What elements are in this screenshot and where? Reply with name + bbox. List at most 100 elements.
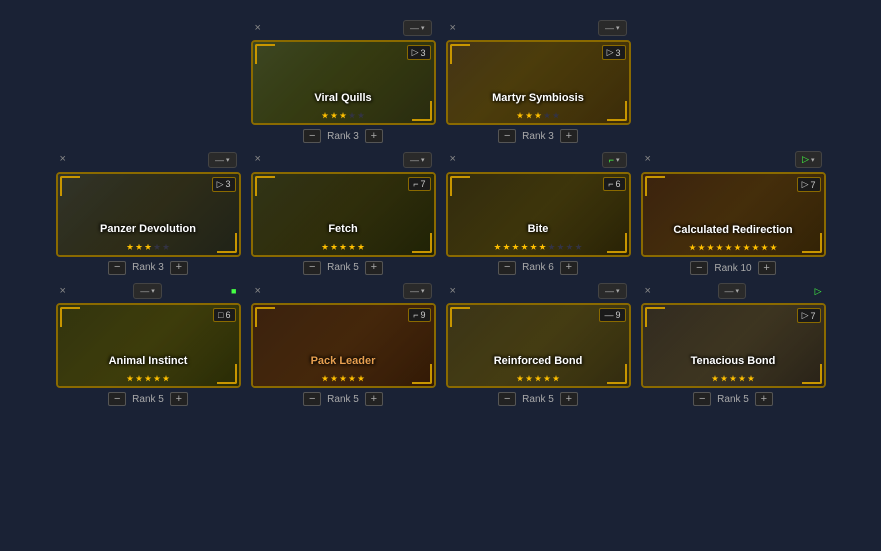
decrease-pack-leader[interactable]: −: [303, 392, 321, 406]
rank-badge-reinforced: — 9: [599, 308, 625, 322]
card-title-martyr: Martyr Symbiosis: [448, 91, 629, 105]
remove-fetch[interactable]: ×: [255, 154, 261, 165]
card-stars-animal: [58, 375, 239, 382]
star-1: [127, 375, 134, 382]
menu-btn-bite[interactable]: ⌐ ▾: [602, 152, 627, 168]
menu-btn-pack-leader[interactable]: — ▾: [403, 283, 432, 299]
star-2: [526, 375, 533, 382]
badge-number: 9: [420, 310, 425, 320]
rank-label-viral-quills: Rank 3: [327, 131, 359, 142]
card-stars-fetch: [253, 244, 434, 251]
star-2: [136, 375, 143, 382]
decrease-viral-quills[interactable]: −: [303, 129, 321, 143]
badge-number: 7: [810, 311, 815, 321]
card-martyr-symbiosis[interactable]: ▷ 3 Martyr Symbiosis: [446, 40, 631, 125]
remove-bite[interactable]: ×: [450, 154, 456, 165]
remove-animal[interactable]: ×: [60, 286, 66, 297]
menu-arrow-icon: ▾: [736, 287, 740, 295]
star-3: [145, 244, 152, 251]
slot-bite: × ⌐ ▾ ⌐ 6 Bite: [446, 150, 631, 275]
increase-viral-quills[interactable]: +: [365, 129, 383, 143]
menu-pack-leader: — ▾: [403, 283, 432, 299]
row-3: × — ▾ ■ □ 6 Animal Instinct: [20, 281, 861, 406]
slot-panzer: × — ▾ ▷ 3 Panzer Devolution: [56, 150, 241, 275]
star-5: [358, 375, 365, 382]
corner-deco-tl: [255, 307, 275, 327]
decrease-reinforced[interactable]: −: [498, 392, 516, 406]
star-3: [145, 375, 152, 382]
menu-btn-fetch[interactable]: — ▾: [403, 152, 432, 168]
remove-panzer[interactable]: ×: [60, 154, 66, 165]
star-9: [566, 244, 573, 251]
card-calculated[interactable]: ▷ 7 Calculated Redirection: [641, 172, 826, 257]
card-bite[interactable]: ⌐ 6 Bite: [446, 172, 631, 257]
remove-reinforced[interactable]: ×: [450, 286, 456, 297]
badge-number: 6: [225, 310, 230, 320]
minus-icon: —: [410, 23, 419, 33]
card-fetch[interactable]: ⌐ 7 Fetch: [251, 172, 436, 257]
remove-tenacious[interactable]: ×: [645, 286, 651, 297]
menu-btn-calculated[interactable]: ▷ ▾: [795, 151, 821, 168]
rank-badge-viral-quills: ▷ 3: [407, 45, 431, 60]
decrease-bite[interactable]: −: [498, 261, 516, 275]
card-title-panzer: Panzer Devolution: [58, 222, 239, 236]
badge-number: 3: [615, 48, 620, 58]
star-3: [340, 244, 347, 251]
remove-martyr[interactable]: ×: [450, 23, 456, 34]
star-8: [557, 244, 564, 251]
remove-pack-leader[interactable]: ×: [255, 286, 261, 297]
card-reinforced[interactable]: — 9 Reinforced Bond: [446, 303, 631, 388]
increase-fetch[interactable]: +: [365, 261, 383, 275]
menu-btn-tenacious[interactable]: — ▾: [718, 283, 747, 299]
card-pack-leader[interactable]: ⌐ 9 Pack Leader: [251, 303, 436, 388]
menu-btn-panzer[interactable]: — ▾: [208, 152, 237, 168]
menu-animal: — ▾: [133, 283, 162, 299]
menu-arrow-icon: ▾: [616, 24, 620, 32]
decrease-martyr[interactable]: −: [498, 129, 516, 143]
increase-martyr[interactable]: +: [560, 129, 578, 143]
increase-animal[interactable]: +: [170, 392, 188, 406]
star-7: [548, 244, 555, 251]
decrease-panzer[interactable]: −: [108, 261, 126, 275]
remove-viral-quills[interactable]: ×: [255, 23, 261, 34]
star-2: [721, 375, 728, 382]
card-viral-quills[interactable]: ▷ 3 Viral Quills: [251, 40, 436, 125]
star-3: [535, 375, 542, 382]
card-tenacious[interactable]: ▷ 7 Tenacious Bond: [641, 303, 826, 388]
menu-btn-viral-quills[interactable]: — ▾: [403, 20, 432, 36]
increase-calculated[interactable]: +: [758, 261, 776, 275]
slot-fetch: × — ▾ ⌐ 7 Fetch: [251, 150, 436, 275]
rank-label-tenacious: Rank 5: [717, 394, 749, 405]
increase-tenacious[interactable]: +: [755, 392, 773, 406]
remove-calculated[interactable]: ×: [645, 154, 651, 165]
star-3: [535, 112, 542, 119]
badge-number: 7: [420, 179, 425, 189]
decrease-fetch[interactable]: −: [303, 261, 321, 275]
increase-panzer[interactable]: +: [170, 261, 188, 275]
card-title-calculated: Calculated Redirection: [643, 223, 824, 237]
menu-tenacious: — ▾: [718, 283, 747, 299]
increase-bite[interactable]: +: [560, 261, 578, 275]
card-stars-reinforced: [448, 375, 629, 382]
rank-label-fetch: Rank 5: [327, 262, 359, 273]
rank-controls-animal: − Rank 5 +: [108, 392, 188, 406]
slot-pack-leader: × — ▾ ⌐ 9 Pack Leader: [251, 281, 436, 406]
decrease-tenacious[interactable]: −: [693, 392, 711, 406]
menu-panzer: — ▾: [208, 152, 237, 168]
increase-pack-leader[interactable]: +: [365, 392, 383, 406]
rank-label-calculated: Rank 10: [714, 263, 751, 274]
star-1: [712, 375, 719, 382]
increase-reinforced[interactable]: +: [560, 392, 578, 406]
menu-btn-martyr[interactable]: — ▾: [598, 20, 627, 36]
menu-btn-animal[interactable]: — ▾: [133, 283, 162, 299]
minus-icon: —: [725, 286, 734, 296]
rank-label-pack-leader: Rank 5: [327, 394, 359, 405]
card-title-reinforced: Reinforced Bond: [448, 354, 629, 368]
card-animal[interactable]: □ 6 Animal Instinct: [56, 303, 241, 388]
decrease-calculated[interactable]: −: [690, 261, 708, 275]
menu-btn-reinforced[interactable]: — ▾: [598, 283, 627, 299]
rank-controls-bite: − Rank 6 +: [498, 261, 578, 275]
polarity-icon: ⌐: [413, 179, 418, 189]
card-panzer[interactable]: ▷ 3 Panzer Devolution: [56, 172, 241, 257]
decrease-animal[interactable]: −: [108, 392, 126, 406]
